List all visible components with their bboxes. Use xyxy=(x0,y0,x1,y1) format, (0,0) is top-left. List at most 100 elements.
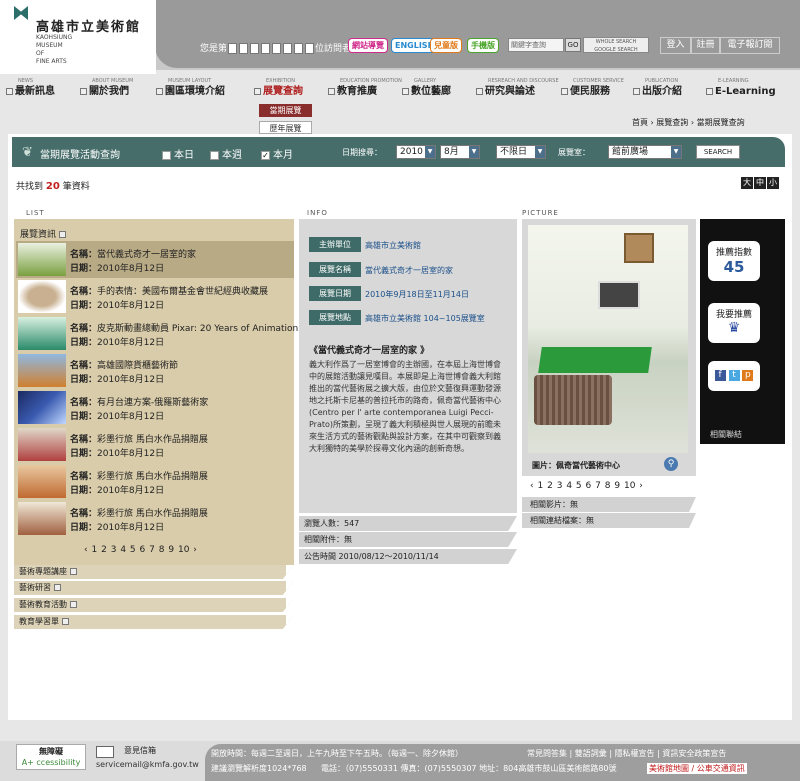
exhibition-thumbnail xyxy=(18,428,66,461)
login-button[interactable]: 登入 xyxy=(660,37,691,54)
description-title: 《當代義式奇才一居室的家 》 xyxy=(309,346,430,356)
nav-item-service[interactable]: CUSTOMER SERVICE 便民服務 xyxy=(561,78,624,104)
nav-item-layout[interactable]: MUSEUM LAYOUT 園區環境介紹 xyxy=(156,78,225,104)
filter-title: 當期展覽活動查詢 xyxy=(40,150,120,161)
exhibition-thumbnail xyxy=(18,391,66,424)
nav-item-news[interactable]: NEWS 最新訊息 xyxy=(6,78,55,104)
view-count: 瀏覽人數：547 xyxy=(299,516,517,531)
year-select[interactable]: 2010 ▼ xyxy=(396,145,436,159)
main-navigation: NEWS 最新訊息 ABOUT MUSEUM 關於我們 MUSEUM LAYOUT 園… xyxy=(0,78,800,104)
related-links-files[interactable]: 相關連結檔案：無 xyxy=(522,513,696,528)
exhibition-thumbnail xyxy=(18,243,66,276)
font-size-buttons: 大中小 xyxy=(740,177,779,189)
category-worksheets[interactable]: 教育學習單 xyxy=(14,615,294,629)
twitter-icon[interactable]: t xyxy=(728,370,740,381)
submenu-past-exhibitions[interactable]: 歷年展覽 xyxy=(259,121,312,134)
list-item[interactable]: 名稱：彩墨行旅 馬白水作品捐贈展 日期：2010年8月12日 xyxy=(18,426,294,463)
exhibition-photo[interactable] xyxy=(528,225,688,453)
list-pagination[interactable]: ‹ 1 2 3 4 5 6 7 8 9 10 › xyxy=(84,545,197,555)
crown-icon: ♛ xyxy=(727,320,741,336)
font-large-button[interactable]: 大 xyxy=(741,177,753,189)
month-select[interactable]: 8月 ▼ xyxy=(440,145,480,159)
exhibition-thumbnail xyxy=(18,465,66,498)
footer-link-security[interactable]: 資訊安全政策宣告 xyxy=(662,749,726,758)
font-medium-button[interactable]: 中 xyxy=(754,177,766,189)
font-small-button[interactable]: 小 xyxy=(767,177,779,189)
resolution-note: 建議瀏覽解析度1024*768 xyxy=(211,764,307,773)
list-section-label: LIST xyxy=(26,209,45,217)
info-value-name: 當代義式奇才一居室的家 xyxy=(365,266,453,275)
zoom-icon[interactable]: ⚲ xyxy=(664,457,678,471)
nav-item-research[interactable]: RESREACH AND DISCOURSE 研究與論述 xyxy=(476,78,559,104)
kids-button[interactable]: 兒童版 xyxy=(430,38,462,53)
breadcrumb[interactable]: 首頁 › 展覽查詢 › 當期展覽查詢 xyxy=(632,117,745,128)
filter-today[interactable]: 本日 xyxy=(162,146,194,161)
day-range-select[interactable]: 不限日 ▼ xyxy=(496,145,546,159)
mobile-button[interactable]: 手機版 xyxy=(467,38,499,53)
search-button[interactable]: SEARCH xyxy=(696,145,740,159)
register-button[interactable]: 註冊 xyxy=(691,37,720,54)
share-buttons: f t p xyxy=(708,361,760,391)
category-education-activities[interactable]: 藝術教育活動 xyxy=(14,598,294,612)
facebook-icon[interactable]: f xyxy=(714,370,726,381)
go-button[interactable]: GO xyxy=(565,38,581,52)
nav-item-exhibition[interactable]: EXHIBITION 展覽查詢 xyxy=(254,78,303,104)
info-panel: 主辦單位 高雄市立美術館 展覽名稱 當代義式奇才一居室的家 展覽日期 2010年… xyxy=(299,219,517,513)
recommend-button[interactable]: 我要推薦 ♛ xyxy=(708,303,760,343)
hall-select[interactable]: 館前廣場 ▼ xyxy=(608,145,682,159)
category-workshops[interactable]: 藝術研習 xyxy=(14,581,294,595)
recommend-score: 45 xyxy=(723,258,745,276)
recommend-title: 推薦指數 xyxy=(715,248,752,258)
related-links[interactable]: 相關聯結 xyxy=(710,429,742,440)
info-value-organizer[interactable]: 高雄市立美術館 xyxy=(365,240,421,251)
logo-english-name: KAOHSIUNG MUSEUM OF FINE ARTS xyxy=(36,34,73,65)
newsletter-button[interactable]: 電子報訂閱 xyxy=(720,37,780,54)
filter-this-week[interactable]: 本週 xyxy=(210,146,242,161)
map-transport-link[interactable]: 美術館地圖 / 公車交通資訊 xyxy=(647,763,747,774)
nav-item-publication[interactable]: PUBLICATION 出版介紹 xyxy=(633,78,682,104)
filter-this-month[interactable]: ✓ 本月 xyxy=(261,146,293,161)
description-text: 義大利作爲了一居室博會的主辦國，在本屆上海世博會中的展館活動讓見嘆目。本展即是上… xyxy=(309,360,502,453)
plurk-icon[interactable]: p xyxy=(742,370,754,381)
footer-link-faq[interactable]: 常見問答集 xyxy=(527,749,567,758)
related-video[interactable]: 相關影片：無 xyxy=(522,497,696,512)
filter-bar: ❦ 當期展覽活動查詢 本日 本週 ✓ 本月 日期搜尋： 2010 ▼ 8月 ▼ 不限日… xyxy=(12,137,785,167)
category-lectures[interactable]: 藝術專題講座 xyxy=(14,565,294,579)
nav-item-about[interactable]: ABOUT MUSEUM 關於我們 xyxy=(80,78,133,104)
list-item[interactable]: 名稱：有月台連方案-俄羅斯藝術家 日期：2010年8月12日 xyxy=(18,389,294,426)
sitemap-button[interactable]: 網站導覽 xyxy=(348,38,388,53)
list-item[interactable]: 名稱：當代義式奇才一居室的家 日期：2010年8月12日 xyxy=(18,241,294,278)
footer-info: 開放時間：每週二至週日，上午九時至下午五時。（每週一、除夕休館） 建議瀏覽解析度… xyxy=(205,744,800,781)
mail-icon[interactable] xyxy=(96,746,114,758)
feedback-mailbox[interactable]: 意見信箱 xyxy=(124,745,156,756)
nav-item-education[interactable]: EDUCATION PROMOTION 教育推廣 xyxy=(328,78,402,104)
info-value-location: 高雄市立美術館 104~105展覽室 xyxy=(365,314,485,323)
submenu-current-exhibitions[interactable]: 當期展覽 xyxy=(259,104,312,117)
logo[interactable]: 高雄市立美術館 KAOHSIUNG MUSEUM OF FINE ARTS xyxy=(0,0,156,74)
picture-pagination[interactable]: ‹ 1 2 3 4 5 6 7 8 9 10 › xyxy=(530,481,643,491)
info-label-organizer: 主辦單位 xyxy=(309,237,361,252)
list-item[interactable]: 名稱：彩墨行旅 馬白水作品捐贈展 日期：2010年8月12日 xyxy=(18,463,294,500)
search-scope-selector[interactable]: WHOLE SEARCH GOOGLE SEARCH xyxy=(583,37,649,53)
photo-green-platform xyxy=(538,347,652,373)
service-email[interactable]: servicemail@kmfa.gov.tw xyxy=(96,760,199,769)
footer-links: 常見問答集 | 雙語詞彙 | 隱私權宣告 | 資訊安全政策宣告 xyxy=(527,749,727,758)
list-item[interactable]: 名稱：皮克斯動畫總動員 Pixar: 20 Years of Animation… xyxy=(18,315,298,352)
list-item[interactable]: 名稱：高雄國際貨櫃藝術節 日期：2010年8月12日 xyxy=(18,352,294,389)
keyword-search-input[interactable]: 關鍵字查詢 xyxy=(508,38,564,52)
nav-item-elearning[interactable]: E-LEARNING E-Learning xyxy=(706,78,776,104)
nav-item-gallery[interactable]: GALLERY 數位藝廊 xyxy=(402,78,451,104)
logo-chinese-name: 高雄市立美術館 xyxy=(36,20,142,35)
picture-section-label: PICTURE xyxy=(522,209,559,217)
recommend-label: 我要推薦 xyxy=(715,310,752,320)
info-label-name: 展覽名稱 xyxy=(309,262,361,277)
whole-search-option[interactable]: WHOLE SEARCH xyxy=(584,38,648,46)
footer-link-privacy[interactable]: 隱私權宣告 xyxy=(615,749,655,758)
list-item[interactable]: 名稱：手的表情：美國布爾基金會世紀經典收藏展 日期：2010年8月12日 xyxy=(18,278,294,315)
footer-link-glossary[interactable]: 雙語詞彙 xyxy=(575,749,607,758)
accessibility-badge[interactable]: 無障礙 A+ ccessibility xyxy=(16,744,86,770)
google-search-option[interactable]: GOOGLE SEARCH xyxy=(584,46,648,54)
list-header[interactable]: 展覽資訊 xyxy=(20,227,68,240)
list-item[interactable]: 名稱：彩墨行旅 馬白水作品捐贈展 日期：2010年8月12日 xyxy=(18,500,294,537)
attachment[interactable]: 相關附件：無 xyxy=(299,532,517,547)
